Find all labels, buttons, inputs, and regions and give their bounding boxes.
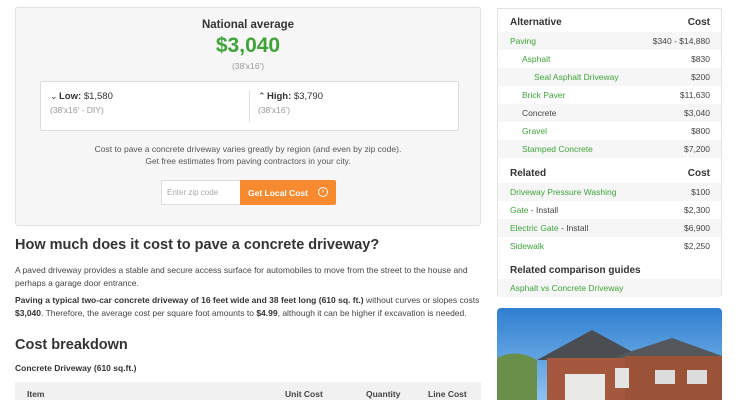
sidebar-item-label[interactable]: Sidewalk [510, 241, 544, 251]
driveway-house-photo [497, 308, 722, 400]
cost-paragraph-text: without curves or slopes costs [363, 295, 480, 305]
high-cost: ⌃High: $3,790 (38'x16') [258, 91, 323, 115]
cost-description-line-1: Cost to pave a concrete driveway varies … [94, 144, 402, 154]
sidebar-item-pressure-washing[interactable]: Driveway Pressure Washing $100 [498, 183, 721, 201]
national-average-box: National average $3,040 (38'x16') ⌄Low: … [15, 7, 481, 226]
low-dimensions: (38'x16' - DIY) [50, 105, 104, 115]
column-item: Item [27, 389, 45, 399]
sidebar-item-brick-paver[interactable]: Brick Paver $11,630 [498, 86, 721, 104]
sidebar-item-label[interactable]: Gate - Install [510, 205, 558, 215]
sidebar-item-seal-asphalt[interactable]: Seal Asphalt Driveway $200 [498, 68, 721, 86]
national-average-value: $3,040 [215, 34, 281, 57]
sidebar-item-value: $2,300 [684, 205, 710, 215]
breakdown-table-header: Item Unit Cost Quantity Line Cost [15, 382, 481, 400]
chevron-down-icon: ⌄ [50, 91, 58, 101]
arrow-right-icon: › [318, 187, 328, 197]
sidebar-cost-table: Alternative Cost Paving $340 - $14,880 A… [497, 8, 722, 297]
sidebar-item-value: $3,040 [684, 108, 710, 118]
national-average-dimensions: (38'x16') [231, 61, 265, 71]
sidebar-item-value: $2,250 [684, 241, 710, 251]
cost-description: Cost to pave a concrete driveway varies … [16, 143, 480, 167]
related-cost-header-label: Cost [687, 168, 710, 179]
sidebar-item-asphalt-vs-concrete[interactable]: Asphalt vs Concrete Driveway [498, 279, 721, 297]
cost-paragraph-bold: Paving a typical two-car concrete drivew… [15, 295, 364, 305]
sidebar-item-value: $200 [691, 72, 710, 82]
low-cost: ⌄Low: $1,580 (38'x16' - DIY) [50, 91, 113, 115]
comparison-guide-link[interactable]: Asphalt vs Concrete Driveway [510, 283, 623, 293]
sidebar-item-label[interactable]: Driveway Pressure Washing [510, 187, 616, 197]
sidebar-item-value: $7,200 [684, 144, 710, 154]
sidebar-item-label[interactable]: Gravel [522, 126, 547, 136]
chevron-up-icon: ⌃ [258, 91, 266, 101]
cost-paragraph-text-3: , although it can be higher if excavatio… [277, 307, 467, 318]
zip-code-input[interactable] [161, 180, 241, 205]
sidebar-item-electric-gate-install[interactable]: Electric Gate - Install $6,900 [498, 219, 721, 237]
sidebar-item-value: $800 [691, 126, 710, 136]
sidebar-item-stamped-concrete[interactable]: Stamped Concrete $7,200 [498, 140, 721, 158]
intro-paragraph: A paved driveway provides a stable and s… [15, 265, 468, 288]
cost-breakdown-heading: Cost breakdown [15, 337, 128, 353]
sidebar-item-value: $830 [691, 54, 710, 64]
sidebar-item-label[interactable]: Brick Paver [522, 90, 565, 100]
get-local-cost-button[interactable]: Get Local Cost › [240, 180, 336, 205]
article-heading: How much does it cost to pave a concrete… [15, 237, 380, 253]
get-local-cost-label: Get Local Cost [248, 187, 308, 198]
alternative-header-label: Alternative [510, 17, 562, 28]
related-link[interactable]: Gate [510, 205, 528, 215]
cost-per-sqft: $4.99 [256, 307, 278, 318]
low-label: Low: [59, 91, 82, 102]
sidebar-item-asphalt[interactable]: Asphalt $830 [498, 50, 721, 68]
cost-paragraph: Paving a typical two-car concrete drivew… [15, 294, 481, 319]
column-unit-cost: Unit Cost [285, 389, 323, 399]
sidebar-item-value: $100 [691, 187, 710, 197]
cost-paragraph-text-2: . Therefore, the average cost per square… [41, 307, 257, 318]
sidebar-item-label: Concrete [522, 108, 557, 118]
cost-paragraph-cost: $3,040 [15, 307, 41, 318]
related-suffix: - Install [528, 205, 559, 215]
sidebar-item-sidewalk[interactable]: Sidewalk $2,250 [498, 237, 721, 255]
sidebar-item-label[interactable]: Asphalt [522, 54, 550, 64]
sidebar-item-gate-install[interactable]: Gate - Install $2,300 [498, 201, 721, 219]
related-link[interactable]: Electric Gate [510, 223, 559, 233]
comparison-guides-header: Related comparison guides [498, 259, 721, 281]
sidebar-item-label[interactable]: Electric Gate - Install [510, 223, 588, 233]
cost-description-line-2: Get free estimates from paving contracto… [145, 156, 351, 166]
alternative-header: Alternative Cost [498, 11, 721, 33]
high-label: High: [267, 91, 292, 102]
high-dimensions: (38'x16') [258, 105, 291, 115]
sidebar-item-label[interactable]: Paving [510, 36, 536, 46]
low-value: $1,580 [83, 91, 113, 102]
sidebar-item-label[interactable]: Seal Asphalt Driveway [534, 72, 619, 82]
sidebar-item-concrete: Concrete $3,040 [498, 104, 721, 122]
sidebar-item-value: $340 - $14,880 [652, 36, 710, 46]
comparison-guides-label: Related comparison guides [510, 265, 641, 276]
related-header-label: Related [510, 168, 547, 179]
sidebar-item-value: $11,630 [679, 90, 710, 100]
sidebar-item-paving[interactable]: Paving $340 - $14,880 [498, 32, 721, 50]
range-divider [249, 91, 250, 122]
related-suffix: - Install [558, 223, 589, 233]
column-quantity: Quantity [366, 389, 401, 399]
sidebar-item-gravel[interactable]: Gravel $800 [498, 122, 721, 140]
sidebar-item-label[interactable]: Stamped Concrete [522, 144, 593, 154]
column-line-cost: Line Cost [428, 389, 467, 399]
sidebar-item-value: $6,900 [684, 223, 710, 233]
cost-header-label: Cost [687, 17, 710, 28]
breakdown-subheading: Concrete Driveway (610 sq.ft.) [15, 363, 137, 373]
related-header: Related Cost [498, 162, 721, 184]
cost-range-box: ⌄Low: $1,580 (38'x16' - DIY) ⌃High: $3,7… [40, 81, 459, 131]
high-value: $3,790 [293, 91, 323, 102]
national-average-label: National average [201, 19, 295, 31]
